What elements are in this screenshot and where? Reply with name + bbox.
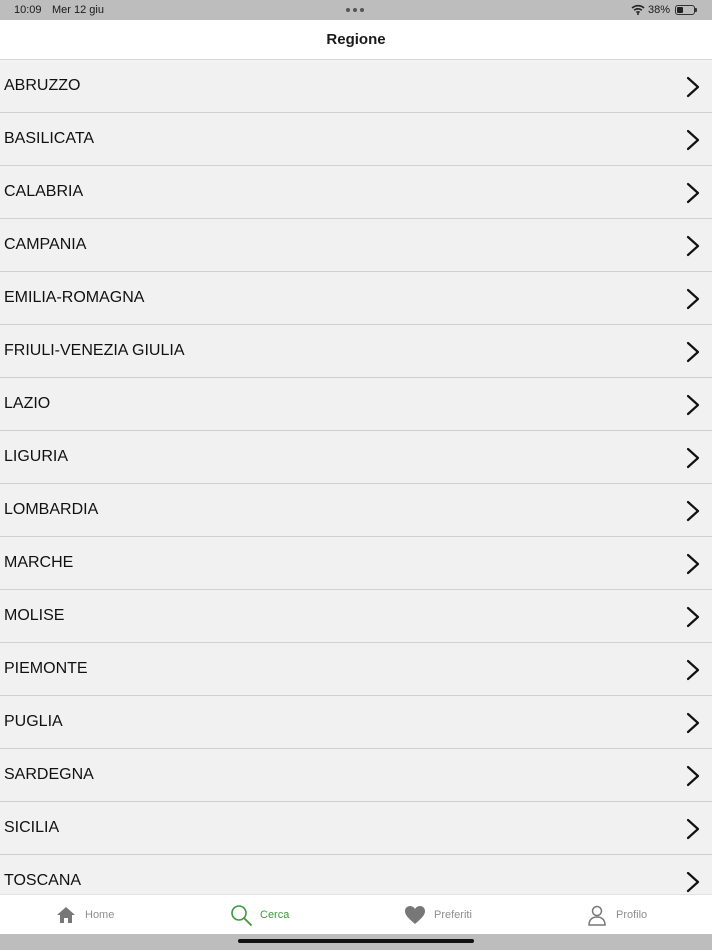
home-indicator[interactable] xyxy=(238,939,474,943)
home-indicator-area xyxy=(0,934,712,950)
region-label: MARCHE xyxy=(4,554,74,571)
region-label: PIEMONTE xyxy=(4,660,88,677)
list-item[interactable]: PIEMONTE xyxy=(0,643,712,696)
list-item[interactable]: SARDEGNA xyxy=(0,749,712,802)
chevron-right-icon xyxy=(686,818,700,840)
region-label: PUGLIA xyxy=(4,713,63,730)
region-label: MOLISE xyxy=(4,607,65,624)
region-label: TOSCANA xyxy=(4,872,82,889)
heart-icon xyxy=(404,904,426,926)
chevron-right-icon xyxy=(686,76,700,98)
list-item[interactable]: FRIULI-VENEZIA GIULIA xyxy=(0,325,712,378)
list-item[interactable]: EMILIA-ROMAGNA xyxy=(0,272,712,325)
person-icon xyxy=(586,904,608,926)
region-label: LAZIO xyxy=(4,395,51,412)
multitasking-dots-icon[interactable] xyxy=(346,8,364,12)
region-label: SICILIA xyxy=(4,819,60,836)
battery-percentage: 38% xyxy=(648,4,671,16)
list-item[interactable]: TOSCANA xyxy=(0,855,712,894)
list-item[interactable]: PUGLIA xyxy=(0,696,712,749)
region-label: LOMBARDIA xyxy=(4,501,99,518)
region-label: CAMPANIA xyxy=(4,236,87,253)
home-icon xyxy=(55,904,77,926)
tab-label: Cerca xyxy=(260,909,290,921)
list-item[interactable]: MARCHE xyxy=(0,537,712,590)
chevron-right-icon xyxy=(686,553,700,575)
tab-profilo[interactable]: Profilo xyxy=(586,895,647,935)
status-bar: 10:09 Mer 12 giu 38% xyxy=(0,0,712,20)
region-label: EMILIA-ROMAGNA xyxy=(4,289,145,306)
chevron-right-icon xyxy=(686,235,700,257)
region-label: FRIULI-VENEZIA GIULIA xyxy=(4,342,185,359)
list-item[interactable]: BASILICATA xyxy=(0,113,712,166)
tab-label: Preferiti xyxy=(434,909,472,921)
tab-bar: Home Cerca Preferiti Profilo xyxy=(0,894,712,934)
list-item[interactable]: LOMBARDIA xyxy=(0,484,712,537)
region-label: ABRUZZO xyxy=(4,77,81,94)
wifi-icon xyxy=(631,4,645,18)
navigation-bar: Regione xyxy=(0,20,712,60)
tab-label: Profilo xyxy=(616,909,648,921)
status-time: 10:09 xyxy=(14,4,42,16)
chevron-right-icon xyxy=(686,871,700,893)
region-label: LIGURIA xyxy=(4,448,69,465)
list-item[interactable]: LAZIO xyxy=(0,378,712,431)
chevron-right-icon xyxy=(686,394,700,416)
chevron-right-icon xyxy=(686,765,700,787)
region-label: CALABRIA xyxy=(4,183,84,200)
chevron-right-icon xyxy=(686,447,700,469)
tab-cerca[interactable]: Cerca xyxy=(230,895,289,935)
region-label: BASILICATA xyxy=(4,130,95,147)
tab-preferiti[interactable]: Preferiti xyxy=(404,895,472,935)
list-item[interactable]: CAMPANIA xyxy=(0,219,712,272)
status-date: Mer 12 giu xyxy=(52,4,104,16)
list-item[interactable]: SICILIA xyxy=(0,802,712,855)
chevron-right-icon xyxy=(686,129,700,151)
chevron-right-icon xyxy=(686,712,700,734)
chevron-right-icon xyxy=(686,341,700,363)
list-item[interactable]: ABRUZZO xyxy=(0,60,712,113)
chevron-right-icon xyxy=(686,182,700,204)
battery-icon xyxy=(675,5,697,15)
list-item[interactable]: CALABRIA xyxy=(0,166,712,219)
list-item[interactable]: LIGURIA xyxy=(0,431,712,484)
chevron-right-icon xyxy=(686,606,700,628)
region-list[interactable]: ABRUZZO BASILICATA CALABRIA CAMPANIA EMILIA-… xyxy=(0,60,712,894)
list-item[interactable]: MOLISE xyxy=(0,590,712,643)
chevron-right-icon xyxy=(686,500,700,522)
page-title: Regione xyxy=(326,31,386,48)
tab-label: Home xyxy=(85,909,115,921)
search-icon xyxy=(230,904,252,926)
chevron-right-icon xyxy=(686,659,700,681)
region-label: SARDEGNA xyxy=(4,766,94,783)
chevron-right-icon xyxy=(686,288,700,310)
tab-home[interactable]: Home xyxy=(55,895,114,935)
